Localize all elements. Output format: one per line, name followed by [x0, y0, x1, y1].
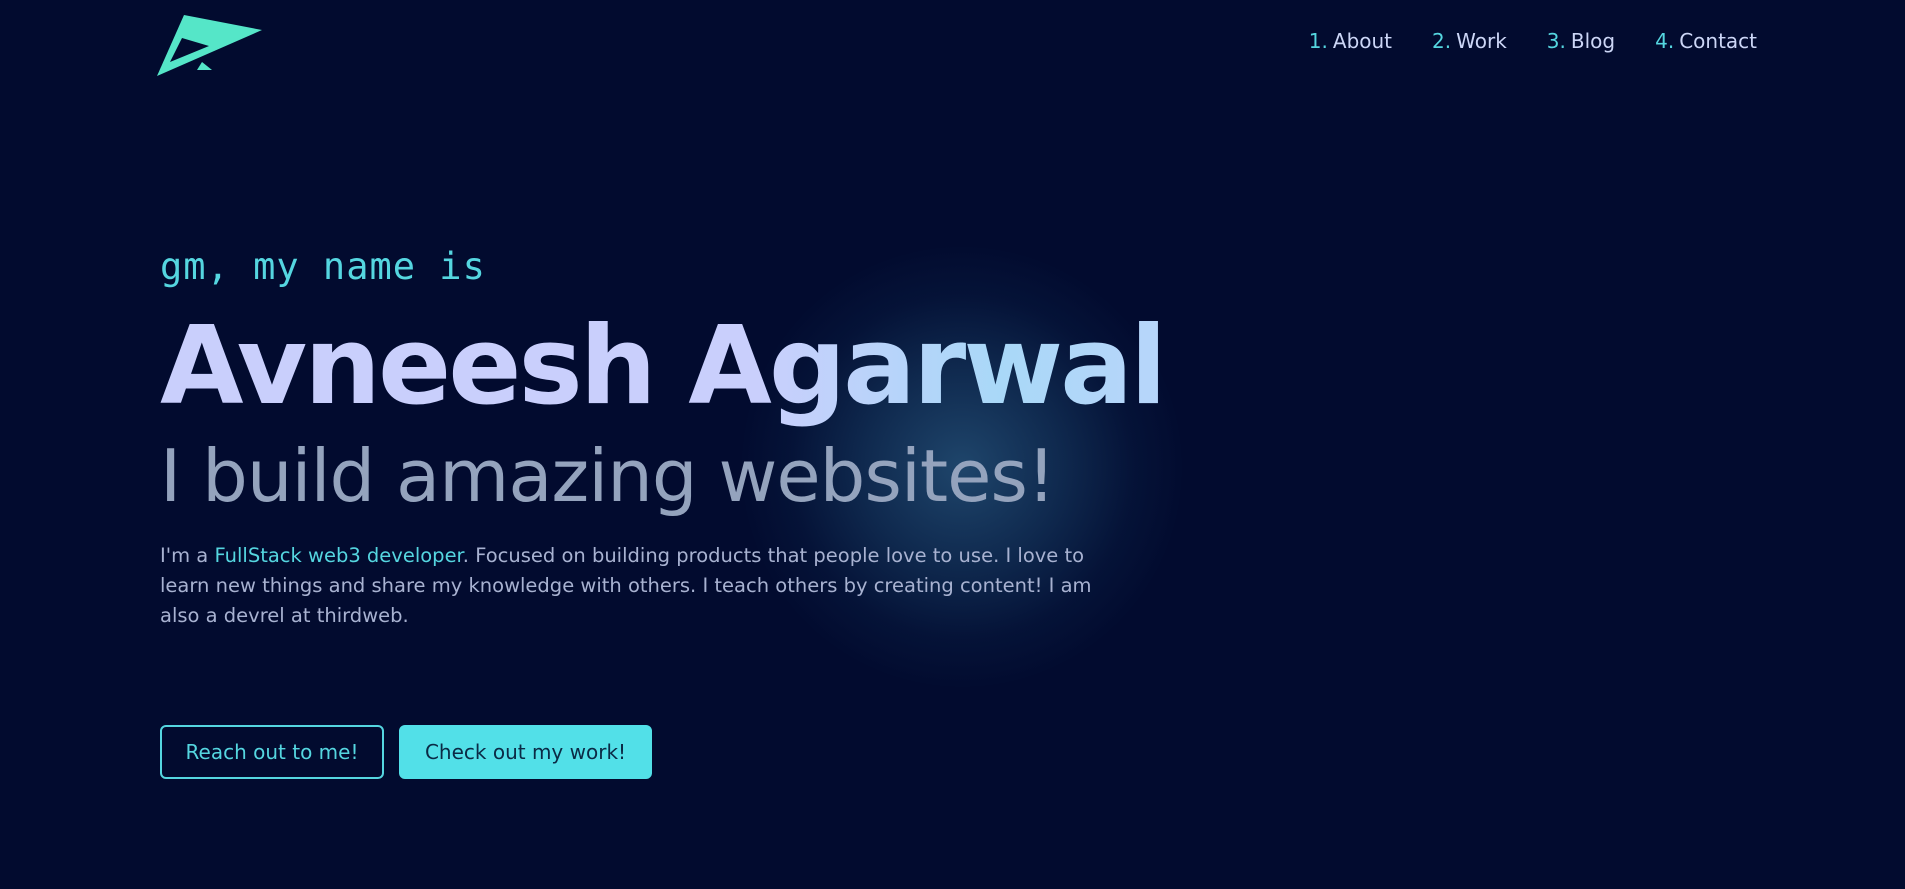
nav-number: 3. — [1546, 29, 1566, 53]
bio-highlight: FullStack web3 developer — [214, 544, 463, 567]
nav-link-about[interactable]: 1. About — [1309, 29, 1392, 53]
nav-label: About — [1332, 29, 1393, 53]
greeting-text: gm, my name is — [160, 245, 486, 288]
nav-number: 1. — [1308, 29, 1328, 53]
nav-label: Contact — [1679, 29, 1757, 53]
nav-label: Blog — [1570, 29, 1616, 53]
hero-tagline: I build amazing websites! — [160, 434, 1056, 518]
hero-name: Avneesh Agarwal — [160, 306, 1360, 428]
check-work-button[interactable]: Check out my work! — [399, 725, 652, 779]
nav-link-blog[interactable]: 3. Blog — [1547, 29, 1615, 53]
site-header: 1. About 2. Work 3. Blog 4. Contact — [0, 0, 1905, 90]
stylized-a-logo-icon[interactable] — [154, 12, 264, 80]
main-nav: 1. About 2. Work 3. Blog 4. Contact — [1309, 29, 1757, 53]
nav-number: 2. — [1432, 29, 1452, 53]
reach-out-button[interactable]: Reach out to me! — [160, 725, 384, 779]
hero-actions: Reach out to me! Check out my work! — [160, 725, 652, 779]
hero-section: gm, my name is Avneesh Agarwal I build a… — [160, 238, 1360, 631]
hero-bio: I'm a FullStack web3 developer. Focused … — [160, 541, 1120, 631]
nav-label: Work — [1456, 29, 1507, 53]
nav-number: 4. — [1655, 29, 1675, 53]
nav-link-contact[interactable]: 4. Contact — [1655, 29, 1757, 53]
bio-prefix: I'm a — [160, 544, 215, 567]
nav-link-work[interactable]: 2. Work — [1432, 29, 1507, 53]
